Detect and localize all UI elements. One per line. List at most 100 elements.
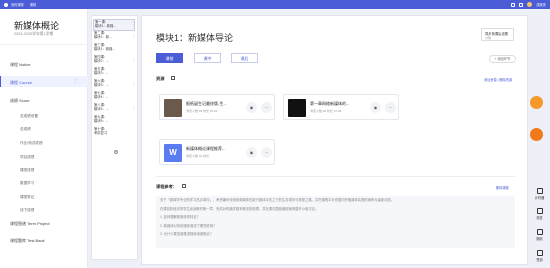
tool-label: 随机 — [536, 237, 543, 241]
logo — [4, 2, 8, 7]
outline-item-sub: 模块2：... — [94, 58, 109, 63]
timer-tool[interactable]: 计时器 — [531, 188, 548, 200]
add-lesson-icon[interactable]: + — [114, 150, 118, 154]
score-sub-item[interactable]: 数据学习 — [20, 181, 34, 186]
score-sub-item[interactable]: 项目成绩 — [20, 155, 34, 160]
score-sub-item[interactable]: 总成绩设置 — [20, 114, 38, 119]
notes-paragraph: 2. 新媒体对传统媒体造成了哪些影响？ — [160, 223, 217, 228]
outline-item[interactable]: 第二课： 模块1：新... — [94, 31, 134, 40]
help-icon[interactable] — [519, 2, 524, 7]
page-title: 模块1：新媒体导论 — [156, 33, 234, 43]
divider — [0, 44, 88, 45]
outline-item[interactable]: 第七课： 模块4：... — [94, 91, 134, 100]
outline-item-sub: 模块3：... — [94, 82, 109, 87]
notes-body[interactable]: 关于「新闻学专业的学习热点事件」，考虑编写传统新闻媒体在新兴媒体冲击之下的生存现… — [156, 196, 515, 248]
more-icon[interactable]: ⋮ — [132, 82, 136, 87]
notes-heading: 课程参考： — [156, 184, 177, 189]
preview-icon[interactable]: ◉ — [246, 102, 257, 113]
sync-settings-unit: 分钟 — [485, 36, 492, 40]
assistant-float-button[interactable] — [530, 96, 543, 109]
preview-icon[interactable]: ◉ — [246, 147, 257, 158]
outline-item-sub: 模块1：新媒... — [94, 46, 116, 51]
video-thumbnail — [164, 99, 182, 117]
sidebar: 新媒体概论 2024-2025学年第1学期 课程 Notice 课程 Cours… — [0, 9, 88, 268]
edit-icon[interactable] — [171, 76, 175, 80]
outline-item-sub: 模块5：... — [94, 118, 109, 123]
more-icon[interactable]: ⋮ — [132, 34, 136, 39]
resource-name: 新媒体概论课程推荐... — [186, 146, 226, 151]
lesson-outline: 第一课： 模块1：新媒... 第二课： 模块1：新... 第三课： 模块1：新媒...… — [91, 15, 138, 260]
score-sub-item[interactable]: 课堂笔记 — [20, 195, 34, 200]
preview-icon[interactable]: ◉ — [370, 102, 381, 113]
sidebar-item-course[interactable]: 课程 Course — [10, 80, 32, 86]
outline-item[interactable]: 第一课： 模块1：新媒... — [93, 19, 135, 31]
sidebar-item-notice[interactable]: 课程 Notice — [10, 62, 30, 68]
video-thumbnail — [288, 99, 306, 117]
checkin-tool[interactable]: 签到 — [531, 250, 548, 262]
notes-paragraph: 在课前阶段安排学生阅读教材第一章，完成对传播学基本概念的梳理，并在课中围绕典型案… — [160, 206, 319, 211]
hand-icon — [536, 208, 543, 214]
more-icon[interactable]: ⋯ — [385, 102, 396, 113]
more-icon[interactable]: ⋯ — [261, 147, 272, 158]
resource-card[interactable]: W 新媒体概论课程推荐... 浏览人数:44 时长: ◉ ⋯ — [159, 139, 275, 165]
tool-label: 签到 — [536, 258, 543, 262]
outline-item[interactable]: 第六课： 模块3：... — [94, 79, 134, 88]
more-icon[interactable]: ⋮ — [132, 20, 136, 25]
resource-card[interactable]: 报纸诞生记最终版-生... 浏览人数:45 时长:01:02 ◉ ⋯ — [159, 94, 275, 120]
resource-name: 第一章网络新媒体的... — [310, 101, 350, 106]
delete-notes-link[interactable]: 删除课程 — [496, 185, 509, 190]
score-sub-item[interactable]: 课堂成绩 — [20, 168, 34, 173]
timer-icon — [536, 188, 543, 194]
top-bar: 我的课程 课程 康家庆 — [0, 0, 550, 9]
outline-item[interactable]: 第八课： 模块4：... — [94, 103, 134, 112]
outline-item-sub: 考前复习 — [94, 130, 108, 135]
sidebar-item-term-project[interactable]: 课程图谱 Term Project — [10, 221, 50, 227]
resources-heading: 资源 — [156, 76, 165, 81]
shuffle-icon — [536, 229, 543, 235]
user-name[interactable]: 康家庆 — [536, 2, 546, 7]
resource-card[interactable]: 第一章网络新媒体的... 浏览人数:46 时长:47:38 ◉ ⋯ — [283, 94, 399, 120]
avatar[interactable] — [527, 2, 533, 7]
outline-item[interactable]: 第十课： 考前复习 — [94, 127, 134, 136]
breadcrumb-course[interactable]: 课程 — [30, 2, 36, 7]
outline-item[interactable]: 第四课： 模块2：... — [94, 55, 134, 64]
outline-item[interactable]: 第五课： 模块3：... — [94, 67, 134, 76]
resource-name: 报纸诞生记最终版-生... — [186, 101, 227, 106]
helper-float-button[interactable] — [530, 128, 543, 141]
sidebar-item-test-bank[interactable]: 课程题库 Test Bank — [10, 238, 45, 244]
more-icon[interactable]: ⋮ — [132, 106, 136, 111]
sync-settings-box[interactable]: 同步到课后设置 分钟 — [481, 28, 514, 41]
more-icon[interactable]: ⋯ — [261, 102, 272, 113]
outline-item-sub: 模块4：... — [94, 106, 109, 111]
checkin-icon — [536, 250, 543, 256]
resource-meta: 浏览人数:44 时长: — [186, 154, 210, 158]
resource-meta: 浏览人数:46 时长:47:38 — [310, 109, 342, 113]
topbar-right: 康家庆 — [511, 2, 546, 7]
tab-in-class[interactable]: 课中 — [194, 53, 221, 63]
more-icon[interactable]: ⋮ — [132, 58, 136, 63]
outline-item[interactable]: 第九课： 模块5：... — [94, 115, 134, 124]
tool-label: 抢答 — [536, 216, 543, 220]
edit-icon[interactable] — [182, 184, 186, 188]
more-icon[interactable]: ⋮ — [73, 79, 78, 85]
resource-meta: 浏览人数:45 时长:01:02 — [186, 109, 218, 113]
course-term: 2024-2025学年第1学期 — [14, 32, 54, 36]
sidebar-item-score[interactable]: 成绩 Score — [10, 98, 30, 104]
outline-item[interactable]: 第三课： 模块1：新媒... — [94, 43, 134, 52]
outline-item-sub: 模块1：新媒... — [95, 23, 117, 28]
score-sub-item[interactable]: 作业/测试成绩 — [20, 141, 43, 146]
divider — [156, 176, 515, 177]
breadcrumb-my-courses[interactable]: 我的课程 — [11, 2, 24, 7]
outline-item-sub: 模块1：新... — [94, 34, 112, 39]
resource-actions[interactable]: 添加资源 | 删除资源 — [484, 77, 512, 82]
add-section-button[interactable]: + 添加环节 — [489, 55, 516, 63]
quiz-race-tool[interactable]: 抢答 — [531, 208, 548, 220]
message-icon[interactable] — [511, 2, 516, 7]
notes-paragraph: 3. 为什么要加速推进媒体深度融合？ — [160, 232, 214, 237]
tab-after-class[interactable]: 课后 — [231, 53, 258, 63]
score-sub-item[interactable]: 线下成绩 — [20, 208, 34, 213]
score-sub-item[interactable]: 总成绩 — [20, 127, 31, 132]
random-tool[interactable]: 随机 — [531, 229, 548, 241]
notes-paragraph: 1. 如何理解新媒体的特征？ — [160, 215, 200, 220]
tab-before-class[interactable]: 课前 — [156, 53, 183, 63]
